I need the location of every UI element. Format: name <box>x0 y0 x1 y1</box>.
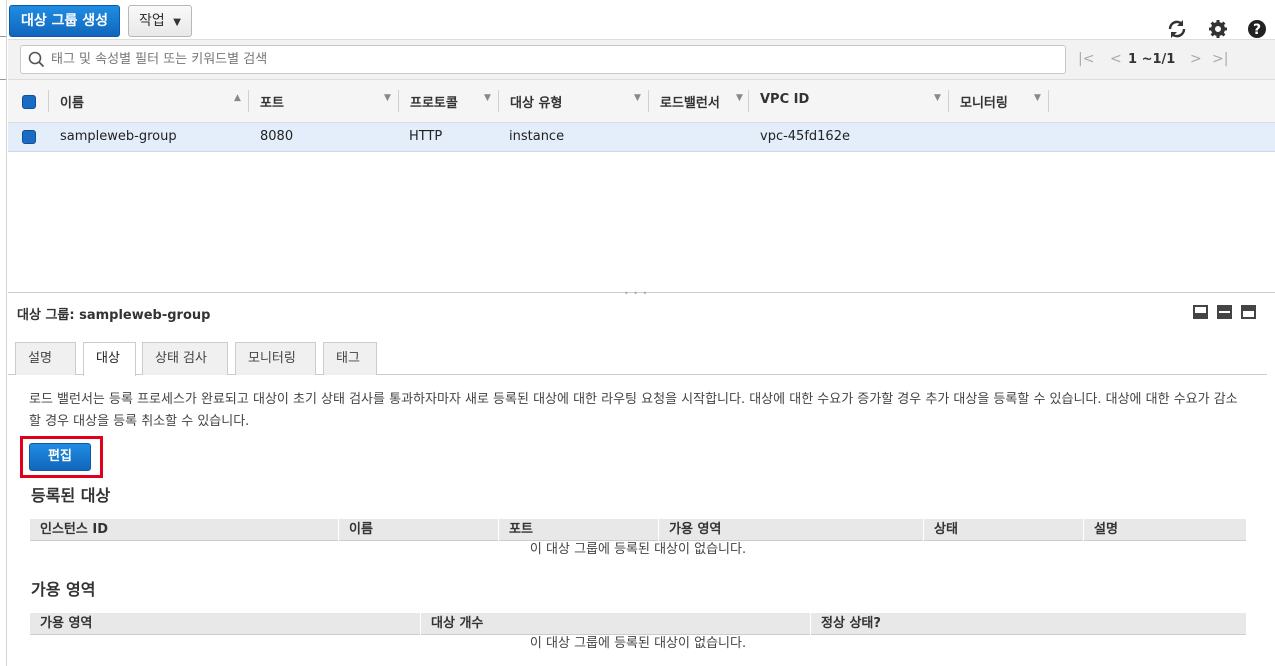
tab-description[interactable]: 설명 <box>15 342 76 375</box>
pagination: |< < 1 ~1/1 > >| <box>1078 40 1275 80</box>
availability-zones-heading: 가용 영역 <box>31 580 96 599</box>
column-label: 대상 유형 <box>510 96 563 111</box>
column-label: 이름 <box>60 96 84 111</box>
pane-split-icon[interactable] <box>1217 305 1232 319</box>
prev-page-icon[interactable]: < <box>1110 51 1122 67</box>
search-icon <box>28 51 45 68</box>
row-checkbox[interactable] <box>22 130 36 144</box>
edge-tick <box>0 79 6 80</box>
select-all-checkbox[interactable] <box>22 95 36 109</box>
top-toolbar: 대상 그룹 생성 작업 ▼ ? <box>8 0 1275 40</box>
column-instance-id: 인스턴스 ID <box>40 522 108 537</box>
column-port: 포트 <box>498 519 658 541</box>
table-row[interactable]: sampleweb-group 8080 HTTP instance vpc-4… <box>8 123 1275 152</box>
availability-zones-header: 가용 영역 대상 개수 정상 상태? <box>30 613 1246 635</box>
cell-target-type: instance <box>509 129 565 144</box>
column-healthy: 정상 상태? <box>810 613 1246 635</box>
pane-top-icon[interactable] <box>1241 305 1256 319</box>
sort-asc-icon: ▲ <box>234 93 241 103</box>
svg-text:?: ? <box>1253 22 1261 38</box>
column-load-balancer[interactable]: 로드밸런서 ▼ <box>648 80 748 123</box>
left-edge <box>0 0 7 666</box>
refresh-icon[interactable] <box>1166 18 1188 40</box>
gear-icon[interactable] <box>1207 18 1229 40</box>
page-range: 1 ~1/1 <box>1128 52 1176 67</box>
column-label: 포트 <box>260 96 284 111</box>
search-box[interactable] <box>20 45 1066 74</box>
registered-targets-header: 인스턴스 ID 이름 포트 가용 영역 상태 설명 <box>30 519 1246 541</box>
chevron-down-icon: ▼ <box>634 93 641 103</box>
tab-tags[interactable]: 태그 <box>323 342 377 375</box>
chevron-down-icon: ▼ <box>1034 93 1041 103</box>
chevron-down-icon: ▼ <box>173 17 181 28</box>
targets-description: 로드 밸런서는 등록 프로세스가 완료되고 대상이 초기 상태 검사를 통과하자… <box>29 392 1238 429</box>
column-port[interactable]: 포트 ▼ <box>248 80 398 123</box>
actions-dropdown-button[interactable]: 작업 ▼ <box>128 5 192 37</box>
search-bar: |< < 1 ~1/1 > >| <box>8 40 1275 80</box>
help-icon[interactable]: ? <box>1246 18 1268 40</box>
actions-label: 작업 <box>139 13 165 29</box>
registered-targets-heading: 등록된 대상 <box>31 486 111 505</box>
next-page-icon[interactable]: > <box>1190 51 1202 67</box>
column-name[interactable]: 이름 ▲ <box>48 80 248 123</box>
column-monitoring[interactable]: 모니터링 ▼ <box>948 80 1049 123</box>
column-label: 모니터링 <box>960 96 1008 111</box>
column-label: VPC ID <box>760 92 810 107</box>
registered-targets-empty: 이 대상 그룹에 등록된 대상이 없습니다. <box>529 542 747 557</box>
pane-splitter[interactable]: • • • <box>8 289 1275 298</box>
last-page-icon[interactable]: >| <box>1212 51 1228 67</box>
column-description: 설명 <box>1083 519 1246 541</box>
column-target-count: 대상 개수 <box>420 613 810 635</box>
chevron-down-icon: ▼ <box>384 93 391 103</box>
column-availability-zone: 가용 영역 <box>658 519 923 541</box>
cell-port: 8080 <box>260 129 294 144</box>
chevron-down-icon: ▼ <box>934 93 941 103</box>
column-vpc-id[interactable]: VPC ID ▼ <box>748 80 948 123</box>
create-target-group-button[interactable]: 대상 그룹 생성 <box>9 5 121 37</box>
edit-button[interactable]: 편집 <box>29 443 91 471</box>
column-target-type[interactable]: 대상 유형 ▼ <box>498 80 648 123</box>
column-status: 상태 <box>923 519 1083 541</box>
pane-bottom-icon[interactable] <box>1193 305 1208 319</box>
column-label: 로드밸런서 <box>660 96 720 111</box>
grid-body <box>8 152 1275 292</box>
first-page-icon[interactable]: |< <box>1078 51 1094 67</box>
cell-protocol: HTTP <box>409 129 443 144</box>
chevron-down-icon: ▼ <box>736 93 743 103</box>
cell-vpc-id: vpc-45fd162e <box>760 129 850 144</box>
tab-monitoring[interactable]: 모니터링 <box>235 342 316 375</box>
column-label: 프로토콜 <box>410 96 458 111</box>
tab-health-check[interactable]: 상태 검사 <box>142 342 228 375</box>
cell-name: sampleweb-group <box>60 129 177 144</box>
column-protocol[interactable]: 프로토콜 ▼ <box>398 80 498 123</box>
availability-zones-empty: 이 대상 그룹에 등록된 대상이 없습니다. <box>529 636 747 651</box>
edit-highlight: 편집 <box>20 436 103 478</box>
detail-title: 대상 그룹: sampleweb-group <box>17 308 211 323</box>
column-name: 이름 <box>338 519 498 541</box>
chevron-down-icon: ▼ <box>484 93 491 103</box>
tab-targets[interactable]: 대상 <box>83 342 136 376</box>
column-availability-zone: 가용 영역 <box>40 616 93 631</box>
detail-tabs: 설명 대상 상태 검사 모니터링 태그 <box>8 342 1267 376</box>
drag-handle-icon[interactable]: • • • <box>624 289 648 298</box>
search-input[interactable] <box>49 51 1049 68</box>
edge-tick <box>0 36 6 37</box>
grid-header: 이름 ▲ 포트 ▼ 프로토콜 ▼ 대상 유형 ▼ 로드밸런서 ▼ VPC ID … <box>8 80 1275 123</box>
